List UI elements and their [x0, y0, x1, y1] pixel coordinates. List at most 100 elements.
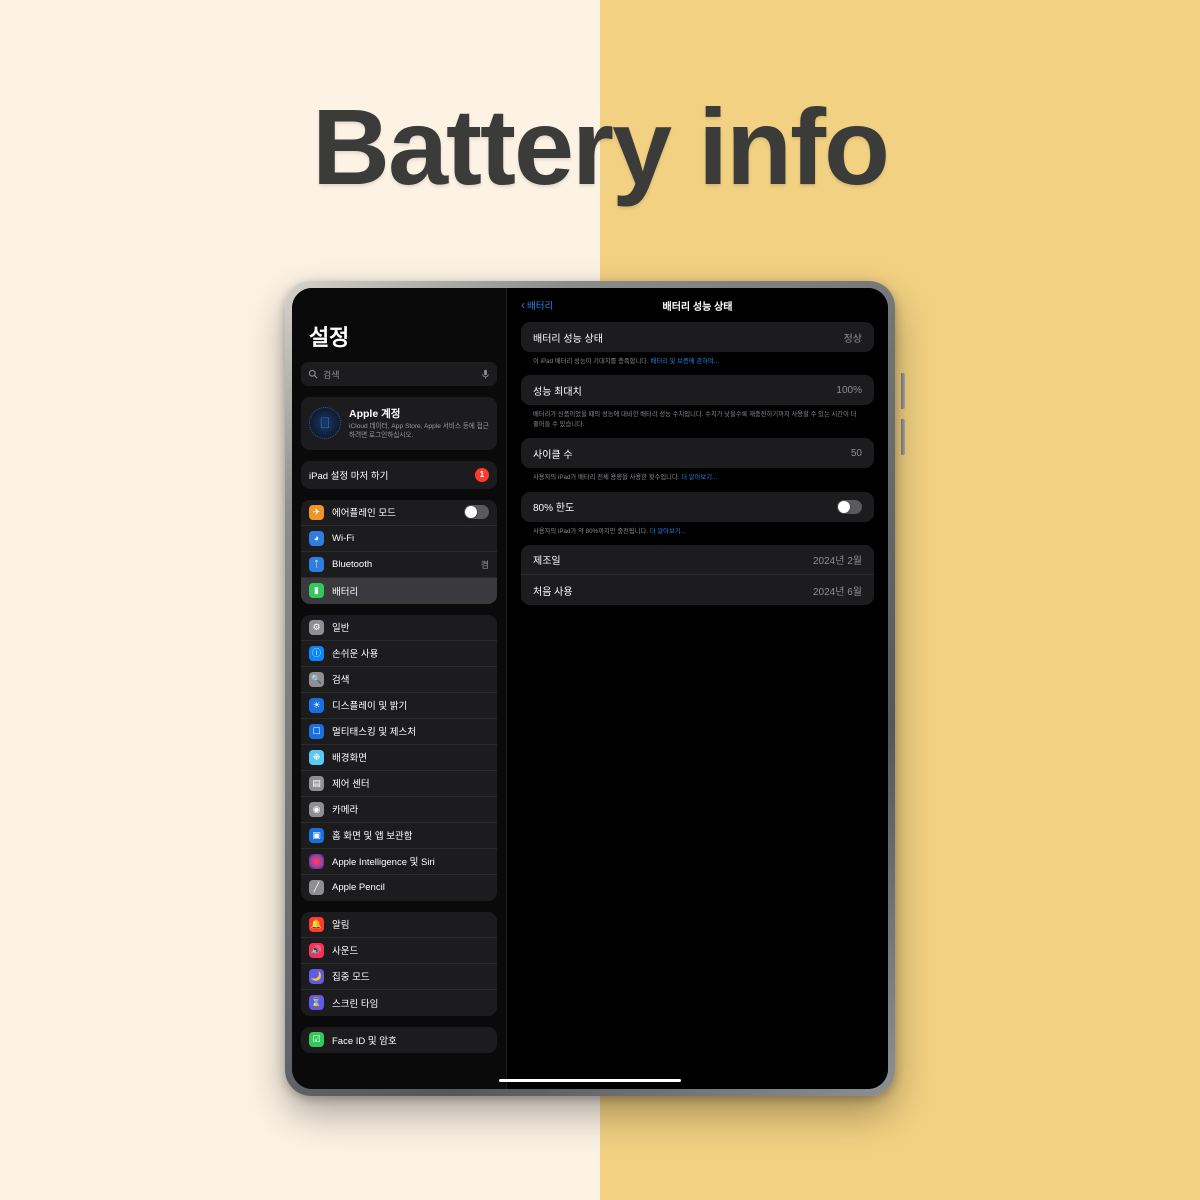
connectivity-group[interactable]: ✈ 에어플레인 모드 ◕ Wi-Fi ᛏ Bluetooth 켬 ▮ 배터리: [301, 499, 497, 604]
cycle-count-learn-more-link[interactable]: 더 알아보기...: [681, 474, 717, 481]
sidebar-item-home-screen[interactable]: ▣ 홈 화면 및 앱 보관함: [301, 823, 497, 849]
sidebar-item-wallpaper[interactable]: ❉ 배경화면: [301, 745, 497, 771]
faceid-icon: ☑: [309, 1032, 324, 1048]
battery-warranty-link[interactable]: 배터리 및 보증에 관하여...: [651, 358, 719, 365]
airplane-mode-toggle[interactable]: [464, 505, 489, 520]
sidebar-item-label: 디스플레이 및 밝기: [332, 701, 408, 713]
max-capacity-row: 성능 최대치 100%: [521, 375, 874, 405]
detail-navigation-bar: ‹ 배터리 배터리 성능 상태: [521, 288, 874, 322]
sidebar-item-faceid-passcode[interactable]: ☑ Face ID 및 암호: [301, 1027, 497, 1053]
first-use-value: 2024년 6월: [813, 586, 862, 598]
sidebar-item-wifi[interactable]: ◕ Wi-Fi: [301, 526, 497, 552]
airplane-icon: ✈: [309, 504, 324, 520]
charge-limit-card: 80% 한도: [521, 491, 874, 522]
sidebar-item-label: Apple Intelligence 및 Siri: [332, 857, 435, 869]
sidebar-item-sounds[interactable]: 🔊 사운드: [301, 938, 497, 964]
manufacture-date-label: 제조일: [533, 556, 561, 568]
sidebar-item-apple-pencil[interactable]: ╱ Apple Pencil: [301, 875, 497, 901]
search-input[interactable]: 검색: [301, 362, 497, 386]
camera-icon: ◉: [309, 801, 324, 817]
sidebar-item-label: 카메라: [332, 805, 359, 817]
sidebar-item-label: 홈 화면 및 앱 보관함: [332, 831, 413, 843]
sidebar-item-accessibility[interactable]: ⓘ 손쉬운 사용: [301, 641, 497, 667]
general-group[interactable]: ⚙ 일반 ⓘ 손쉬운 사용 🔍 검색 ☀ 디스플레이 및 밝기 ☐ 멀티태스킹 …: [301, 614, 497, 901]
apple-logo-avatar: : [309, 407, 341, 440]
sidebar-item-label: 검색: [332, 675, 350, 687]
sidebar-item-airplane-mode[interactable]: ✈ 에어플레인 모드: [301, 500, 497, 526]
microphone-icon[interactable]: [481, 369, 490, 380]
moon-icon: 🌙: [309, 968, 324, 984]
sidebar-item-value: 켬: [480, 559, 489, 570]
apple-icon: : [319, 416, 330, 431]
manufacture-date-row: 제조일 2024년 2월: [521, 545, 874, 576]
sidebar-item-battery[interactable]: ▮ 배터리: [301, 577, 497, 604]
sidebar-item-bluetooth[interactable]: ᛏ Bluetooth 켬: [301, 552, 497, 578]
hourglass-icon: ⌛: [309, 995, 324, 1011]
sidebar-item-label: 멀티태스킹 및 제스처: [332, 727, 416, 739]
sidebar-item-label: Bluetooth: [332, 558, 373, 570]
sidebar-item-search[interactable]: 🔍 검색: [301, 667, 497, 693]
apple-account-subtitle: iCloud 데이터, App Store, Apple 서비스 등에 접근하려…: [349, 423, 489, 439]
sidebar-item-label: 일반: [332, 623, 350, 635]
charge-limit-label: 80% 한도: [533, 503, 575, 515]
battery-health-value: 정상: [843, 333, 862, 345]
sidebar-item-screen-time[interactable]: ⌛ 스크린 타임: [301, 990, 497, 1016]
search-placeholder-text: 검색: [323, 369, 340, 380]
ipad-device-frame: 설정 검색 : [285, 281, 905, 1096]
battery-icon: ▮: [309, 583, 324, 599]
poster-canvas: Battery info 설정 검색 Apple 계정 iCloud 데이터, …: [0, 0, 1200, 1200]
sidebar-item-display-brightness[interactable]: ☀ 디스플레이 및 밝기: [301, 693, 497, 719]
detail-title: 배터리 성능 상태: [662, 301, 733, 313]
siri-icon: [309, 853, 324, 869]
sidebar-item-control-center[interactable]: ▤ 제어 센터: [301, 771, 497, 797]
charge-limit-footnote: 사용자의 iPad가 약 80%까지만 충전됩니다. 더 알아보기...: [521, 522, 874, 545]
wifi-icon: ◕: [309, 530, 324, 546]
bluetooth-icon: ᛏ: [309, 556, 324, 572]
apple-account-card[interactable]:  Apple 계정 iCloud 데이터, App Store, Apple …: [301, 397, 497, 450]
sidebar-item-notifications[interactable]: 🔔 알림: [301, 912, 497, 938]
charge-limit-footnote-text: 사용자의 iPad가 약 80%까지만 충전됩니다.: [533, 527, 650, 535]
speaker-icon: 🔊: [309, 942, 324, 958]
bell-icon: 🔔: [309, 916, 324, 932]
finish-setup-card[interactable]: iPad 설정 마저 하기 1: [301, 460, 497, 489]
sidebar-item-apple-intelligence-siri[interactable]: Apple Intelligence 및 Siri: [301, 849, 497, 875]
home-screen-icon: ▣: [309, 827, 324, 843]
sidebar-title: 설정: [309, 325, 349, 350]
sidebar-item-focus[interactable]: 🌙 집중 모드: [301, 964, 497, 990]
manufacture-date-value: 2024년 2월: [813, 556, 862, 568]
control-center-icon: ▤: [309, 775, 324, 791]
battery-health-footnote-text: 이 iPad 배터리 성능이 기대치를 충족합니다.: [533, 358, 651, 365]
brightness-icon: ☀: [309, 697, 324, 713]
sidebar-item-label: 제어 센터: [332, 779, 370, 791]
sidebar-item-label: Wi-Fi: [332, 532, 355, 544]
settings-sidebar[interactable]: 설정 검색 : [292, 288, 507, 1089]
battery-health-detail-pane: ‹ 배터리 배터리 성능 상태 배터리 성능 상태 정상 이 iPad 배터리 …: [507, 288, 888, 1089]
charge-limit-row[interactable]: 80% 한도: [521, 492, 874, 522]
alerts-group[interactable]: 🔔 알림 🔊 사운드 🌙 집중 모드 ⌛ 스크린 타임: [301, 911, 497, 1016]
charge-limit-learn-more-link[interactable]: 더 알아보기...: [650, 528, 686, 535]
cycle-count-card: 사이클 수 50: [521, 438, 874, 469]
first-use-row: 처음 사용 2024년 6월: [521, 575, 874, 605]
home-indicator[interactable]: [499, 1079, 681, 1082]
sidebar-item-camera[interactable]: ◉ 카메라: [301, 797, 497, 823]
cycle-count-footnote-text: 사용자의 iPad가 배터리 전체 용량을 사용한 횟수입니다.: [533, 474, 682, 482]
sidebar-item-multitasking[interactable]: ☐ 멀티태스킹 및 제스처: [301, 719, 497, 745]
charge-limit-toggle[interactable]: [837, 499, 862, 514]
cycle-count-row: 사이클 수 50: [521, 438, 874, 468]
gear-icon: ⚙: [309, 619, 324, 635]
apple-account-row[interactable]:  Apple 계정 iCloud 데이터, App Store, Apple …: [301, 397, 497, 450]
battery-health-row[interactable]: 배터리 성능 상태 정상: [521, 322, 874, 352]
security-group[interactable]: ☑ Face ID 및 암호: [301, 1026, 497, 1053]
battery-health-footnote: 이 iPad 배터리 성능이 기대치를 충족합니다. 배터리 및 보증에 관하여…: [521, 352, 874, 375]
sidebar-item-label: 사운드: [332, 946, 359, 958]
sidebar-item-general[interactable]: ⚙ 일반: [301, 615, 497, 641]
sidebar-item-label: 알림: [332, 920, 350, 932]
volume-up-button[interactable]: [901, 373, 905, 409]
sidebar-item-label: 손쉬운 사용: [332, 649, 379, 661]
sidebar-item-finish-setup[interactable]: iPad 설정 마저 하기 1: [301, 461, 497, 489]
ipad-screen: 설정 검색 : [292, 288, 888, 1089]
apple-account-title: Apple 계정: [349, 408, 401, 420]
accessibility-icon: ⓘ: [309, 645, 324, 661]
multitasking-icon: ☐: [309, 723, 324, 739]
volume-down-button[interactable]: [901, 419, 905, 455]
